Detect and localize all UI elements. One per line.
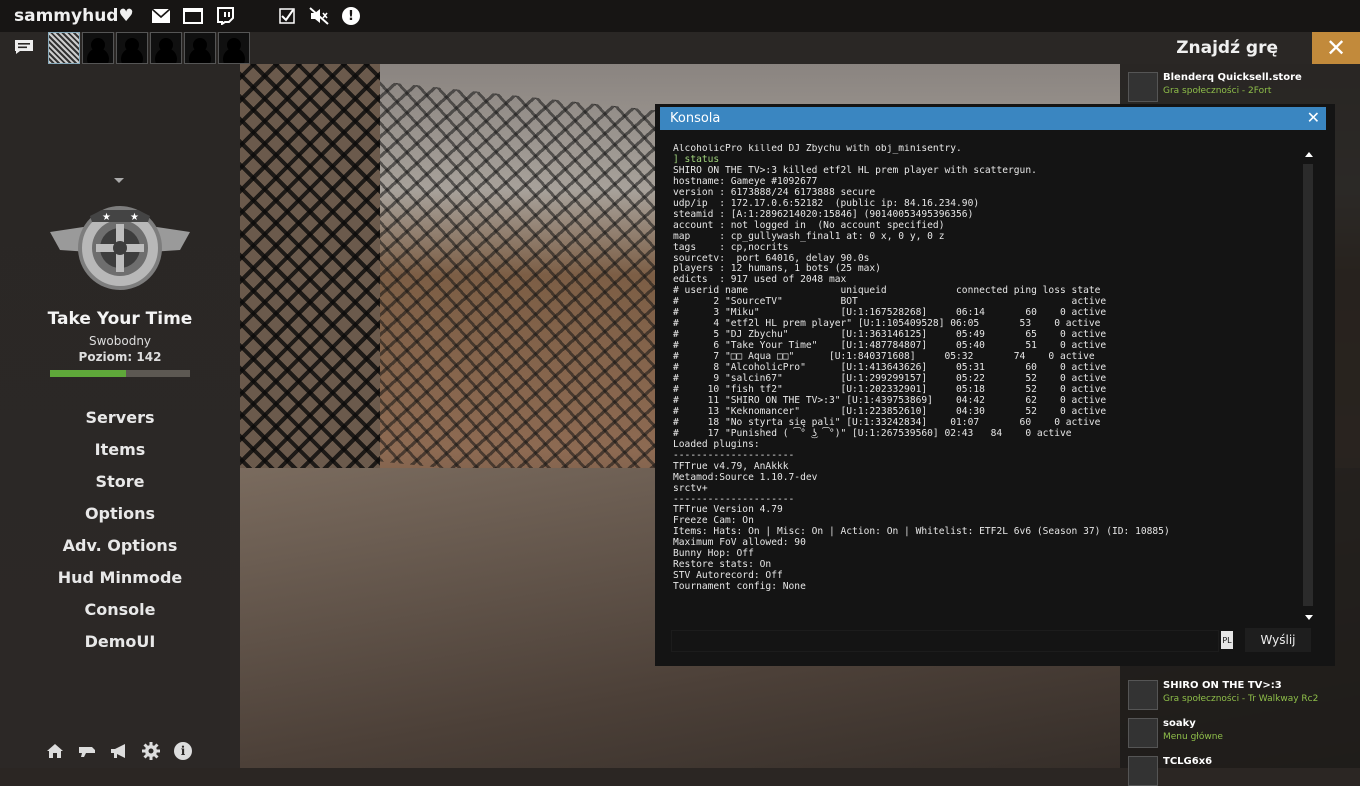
console-line: Tournament config: None (673, 581, 806, 593)
menu-item-options[interactable]: Options (0, 498, 240, 530)
party-slot-empty[interactable] (116, 32, 148, 64)
console-window: Konsola ✕ AlcoholicPro killed DJ Zbychu … (655, 104, 1335, 666)
find-game-button[interactable]: Znajdź grę (1176, 38, 1278, 58)
friend-game-status: Menu główne (1163, 732, 1223, 742)
friend-item[interactable]: soaky Menu główne (1128, 716, 1358, 748)
party-avatars (48, 32, 250, 64)
svg-text:★: ★ (102, 212, 111, 223)
friend-avatar (1128, 718, 1158, 748)
window-icon[interactable] (182, 6, 204, 26)
info-icon[interactable]: i (174, 742, 192, 760)
menu-item-store[interactable]: Store (0, 466, 240, 498)
player-name: Take Your Time (47, 309, 193, 329)
bottom-icon-bar: i (46, 742, 192, 760)
menu-item-hud-minmode[interactable]: Hud Minmode (0, 562, 240, 594)
svg-text:★: ★ (130, 212, 139, 223)
menu-item-console[interactable]: Console (0, 594, 240, 626)
main-sidebar: ★ ★ Take Your Time Swobodny Poziom: 142 … (0, 64, 240, 768)
console-line: # 17 "Punished ( ͡° ͜ʖ ͡°)" [U:1:2675395… (673, 427, 1072, 439)
megaphone-icon[interactable] (110, 742, 128, 760)
console-scrollbar[interactable] (1303, 146, 1313, 620)
alert-icon[interactable]: ! (340, 6, 362, 26)
party-slot-empty[interactable] (184, 32, 216, 64)
home-icon[interactable] (46, 742, 64, 760)
friend-avatar (1128, 72, 1158, 102)
friend-name: Blenderq Quicksell.store (1163, 72, 1302, 83)
scroll-up-icon[interactable] (1305, 152, 1313, 157)
friend-item[interactable]: SHIRO ON THE TV>:3 Gra społeczności - Tr … (1128, 678, 1358, 710)
mail-icon[interactable] (150, 6, 172, 26)
chevron-down-icon[interactable] (114, 178, 124, 183)
settings-icon[interactable] (142, 742, 160, 760)
alert-glyph: ! (342, 7, 360, 25)
close-icon[interactable]: ✕ (1312, 32, 1360, 64)
friend-avatar (1128, 756, 1158, 786)
class-emblem-icon: ★ ★ (50, 206, 190, 290)
console-line: AlcoholicPro killed DJ Zbychu with obj_m… (673, 144, 962, 154)
menu-item-demoui[interactable]: DemoUI (0, 626, 240, 658)
friend-name: SHIRO ON THE TV>:3 (1163, 680, 1282, 691)
console-line: tags : cp,nocrits (673, 241, 789, 253)
console-line: srctv+ (673, 482, 708, 494)
player-level: Poziom: 142 (78, 350, 162, 364)
console-output: AlcoholicPro killed DJ Zbychu with obj_m… (673, 144, 1298, 598)
mute-icon[interactable] (308, 6, 330, 26)
party-slot-empty[interactable] (218, 32, 250, 64)
console-line: account : not logged in (No account spec… (673, 219, 945, 231)
main-menu: Servers Items Store Options Adv. Options… (0, 402, 240, 658)
party-slot-empty[interactable] (150, 32, 182, 64)
console-line: Maximum FoV allowed: 90 (673, 537, 806, 549)
console-line: map : cp_gullywash_final1 at: 0 x, 0 y, … (673, 230, 945, 242)
menu-item-items[interactable]: Items (0, 434, 240, 466)
friend-game-status: Gra społeczności - Tr Walkway Rc2 (1163, 694, 1319, 704)
background-fence-left (240, 64, 380, 484)
send-button[interactable]: Wyślij (1245, 628, 1311, 652)
checkbox-icon[interactable] (276, 6, 298, 26)
console-title: Konsola (670, 111, 721, 126)
party-avatar-self[interactable] (48, 32, 80, 64)
console-command-input[interactable] (671, 630, 1219, 652)
friend-name: TCLG6x6 (1163, 756, 1213, 767)
xp-progress-bar (50, 370, 190, 377)
console-close-icon[interactable]: ✕ (1307, 108, 1320, 127)
scroll-down-icon[interactable] (1305, 615, 1313, 620)
console-line: Metamod:Source 1.10.7-dev (673, 471, 818, 483)
console-line: TFTrue Version 4.79 (673, 504, 783, 516)
loadout-icon[interactable] (78, 742, 96, 760)
player-status: Swobodny (88, 334, 152, 348)
party-slot-empty[interactable] (82, 32, 114, 64)
console-line: TFTrue v4.79, AnAkkk (673, 460, 789, 472)
friend-avatar (1128, 680, 1158, 710)
top-bar: sammyhud♥ ! (0, 0, 1360, 32)
console-title-bar[interactable]: Konsola ✕ (660, 107, 1326, 130)
username: sammyhud♥ (14, 6, 134, 26)
friend-item[interactable]: TCLG6x6 (1128, 754, 1358, 786)
chat-icon[interactable] (14, 39, 34, 55)
language-indicator: PL (1221, 631, 1233, 649)
menu-item-adv-options[interactable]: Adv. Options (0, 530, 240, 562)
friend-item[interactable]: Blenderq Quicksell.store Gra społeczności… (1128, 70, 1358, 102)
menu-item-servers[interactable]: Servers (0, 402, 240, 434)
console-line: --------------------- (673, 449, 795, 461)
twitch-icon[interactable] (214, 6, 236, 26)
scrollbar-thumb[interactable] (1303, 164, 1313, 606)
friend-name: soaky (1163, 718, 1196, 729)
friend-game-status: Gra społeczności - 2Fort (1163, 86, 1272, 96)
xp-progress-fill (50, 370, 126, 377)
